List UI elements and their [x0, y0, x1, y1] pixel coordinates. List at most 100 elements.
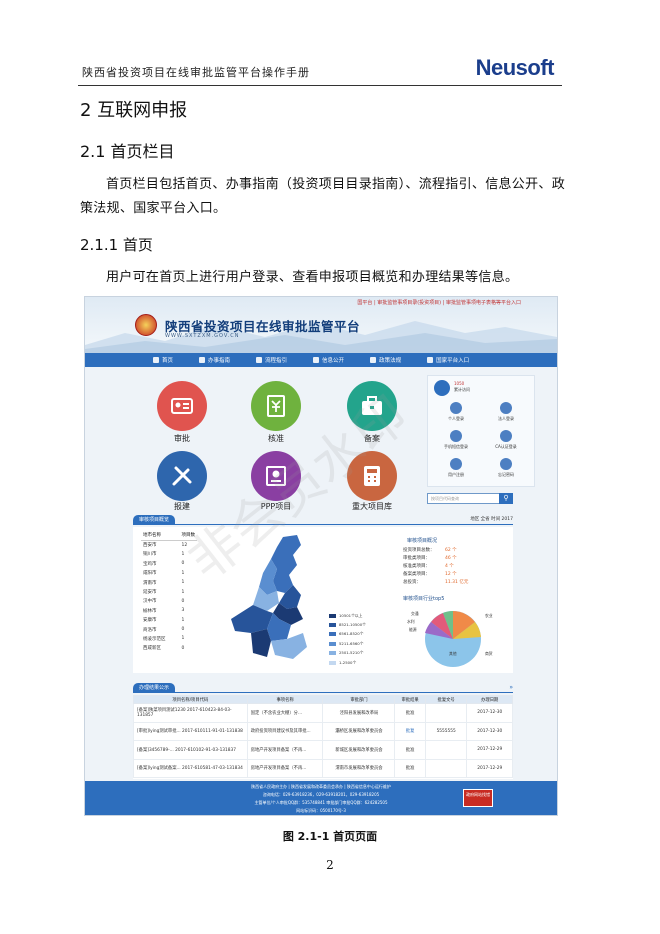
- legend-item: 10501个以上: [329, 611, 366, 620]
- top-links[interactable]: 国平台 | 审批监管事项目录(投资项目) | 审批监管事项电子表格等平台入口: [357, 299, 521, 306]
- city-count: 1: [181, 589, 185, 595]
- paragraph-home-desc: 用户可在首页上进行用户登录、查看申报项目概览和办理结果等信息。: [106, 270, 519, 285]
- pie-label: 农业: [485, 613, 493, 618]
- yuan-document-icon: [267, 395, 285, 417]
- legend-item: 2501-5210个: [329, 649, 366, 658]
- col-item: 事项名称: [246, 695, 324, 704]
- nav-flow[interactable]: 流程指引: [256, 356, 287, 364]
- result-cell: 批准: [394, 758, 426, 778]
- pen-icon: [199, 357, 206, 363]
- building-icon: [500, 402, 512, 414]
- page-number: 2: [326, 858, 334, 872]
- legend-item: 8521-10500个: [329, 620, 366, 629]
- section-heading-1: 2 互联网申报: [80, 100, 188, 121]
- paragraph-home-columns: 首页栏目包括首页、办事指南（投资项目目录指南）、流程指引、信息公开、政策法规、国…: [80, 177, 566, 216]
- home-icon: [153, 357, 159, 363]
- nav-national-platform[interactable]: 国家平台入口: [427, 356, 469, 364]
- pie-label: 其他: [449, 651, 457, 656]
- nav-public-info[interactable]: 信息公开: [313, 356, 344, 364]
- item-cell: 政府投资项目建议书及其审批...: [246, 721, 324, 741]
- date-cell: 2017-12-30: [466, 721, 513, 741]
- city-name: 西安市: [143, 543, 157, 549]
- pie-label: 交通: [411, 611, 419, 616]
- results-header: 办理结果公示 »: [133, 683, 513, 693]
- pie-label: 能源: [409, 627, 417, 632]
- city-name: 咸阳市: [143, 571, 157, 577]
- visit-count: 1050: [454, 381, 465, 386]
- result-cell: 批准: [394, 703, 426, 723]
- stat-row: 核准类项目： 4 个: [403, 564, 454, 569]
- homepage-screenshot: 国平台 | 审批监管事项目录(投资项目) | 审批监管事项电子表格等平台入口 陕…: [84, 296, 558, 816]
- phone-icon: [450, 430, 462, 442]
- col-dept: 审批部门: [322, 695, 396, 704]
- city-name: 渭南市: [143, 580, 157, 586]
- col-city: 地市名称: [141, 531, 168, 541]
- legend-swatch: [329, 651, 336, 656]
- stat-row: 备案类项目： 12 个: [403, 572, 457, 577]
- industry-pie-chart[interactable]: [423, 609, 483, 669]
- doc-no-cell: [424, 703, 468, 723]
- city-name: 铜川市: [143, 552, 157, 558]
- col-project: 项目名称/项目代码: [133, 695, 248, 704]
- dept-cell: 渭南市发展和改革委员会: [322, 758, 396, 778]
- ca-login[interactable]: CA认证登录: [486, 430, 526, 450]
- id-card-icon: [171, 398, 193, 414]
- forgot-password-link[interactable]: 忘记密码: [486, 458, 526, 478]
- city-name: 杨凌示范区: [143, 636, 166, 642]
- date-cell: 2017-12-30: [466, 703, 513, 723]
- person-icon: [450, 402, 462, 414]
- figure-caption: 图 2.1-1 首页页面: [282, 830, 378, 843]
- overview-filters[interactable]: 地区 全省 时间 2017: [470, 516, 513, 522]
- dept-cell: 灞桥区发展和改革委员会: [322, 721, 396, 741]
- city-name: 商洛市: [143, 627, 157, 633]
- item-cell: 房地产开发项目备案（不再...: [246, 758, 324, 778]
- city-name: 延安市: [143, 590, 157, 596]
- legend-swatch: [329, 613, 336, 618]
- site-url: WWW.SXTZXM.GOV.CN: [165, 333, 240, 339]
- city-count: 0: [181, 645, 185, 651]
- sms-login[interactable]: 手机短信登录: [436, 430, 476, 450]
- result-cell: 批准: [394, 740, 426, 760]
- tile-approval[interactable]: [157, 381, 207, 431]
- legal-person-login[interactable]: 法人登录: [486, 402, 526, 422]
- nav-home[interactable]: 首页: [153, 356, 173, 364]
- nav-guide[interactable]: 办事指南: [199, 356, 230, 364]
- nav-policy[interactable]: 政策法规: [370, 356, 401, 364]
- doc-no-cell: 5555555: [424, 721, 468, 741]
- table-row[interactable]: [备案]3456789-... 2017-610102-91-03-131837…: [133, 740, 513, 760]
- section-heading-2: 2.1 首页栏目: [80, 142, 175, 161]
- table-row[interactable]: [备案]陕菜项目测试1230 2017-610423-84-03-131857 …: [133, 703, 513, 723]
- city-name: 宝鸡市: [143, 561, 157, 567]
- city-name: 汉中市: [143, 599, 157, 605]
- city-name: 榆林市: [143, 608, 157, 614]
- tile-construction[interactable]: [157, 451, 207, 501]
- table-row[interactable]: [备案]lying测试备案... 2017-610581-47-03-13183…: [133, 758, 513, 778]
- city-count: 3: [181, 608, 185, 614]
- legend-item: 5211-6560个: [329, 639, 366, 648]
- doc-no-cell: [424, 740, 468, 760]
- tools-icon: [172, 466, 192, 486]
- table-row[interactable]: [审批]lying测试审批... 2017-610111-91-01-13183…: [133, 721, 513, 741]
- city-name: 西咸新区: [143, 646, 161, 652]
- legend-item: 1-2500个: [329, 658, 366, 667]
- tile-verification[interactable]: [251, 381, 301, 431]
- search-icon[interactable]: ⚲: [499, 493, 513, 504]
- pie-label: 水利: [407, 619, 415, 624]
- register-icon: [450, 458, 462, 470]
- main-nav: 首页 办事指南 流程指引 信息公开 政策法规 国家平台入口: [85, 353, 557, 367]
- map-legend: 10501个以上 8521-10500个 6561-8520个 5211-656…: [329, 611, 366, 667]
- item-cell: 固定（不含农业大棚）分...: [246, 703, 324, 723]
- legend-swatch: [329, 623, 336, 628]
- login-panel: 1050 累计访问 个人登录 法人登录 手机短信登录 CA认证登录 用户注册 忘…: [427, 375, 535, 487]
- page-header: 陕西省投资项目在线审批监管平台操作手册 Neusoft: [78, 50, 562, 86]
- overview-tab[interactable]: 审核项目概览: [133, 515, 176, 525]
- personal-login[interactable]: 个人登录: [436, 402, 476, 422]
- city-count: 1: [181, 636, 185, 642]
- results-tab[interactable]: 办理结果公示: [133, 683, 176, 693]
- report-error-badge[interactable]: 政府网站找错: [463, 789, 493, 807]
- register-link[interactable]: 用户注册: [436, 458, 476, 478]
- results-panel: 项目名称/项目代码 事项名称 审批部门 审批结果 批复文号 办理日期 [备案]陕…: [133, 695, 513, 779]
- more-arrow-icon[interactable]: »: [509, 684, 513, 691]
- stat-row: 总投资： 11.31 亿元: [403, 580, 469, 585]
- results-table: 项目名称/项目代码 事项名称 审批部门 审批结果 批复文号 办理日期 [备案]陕…: [133, 695, 513, 778]
